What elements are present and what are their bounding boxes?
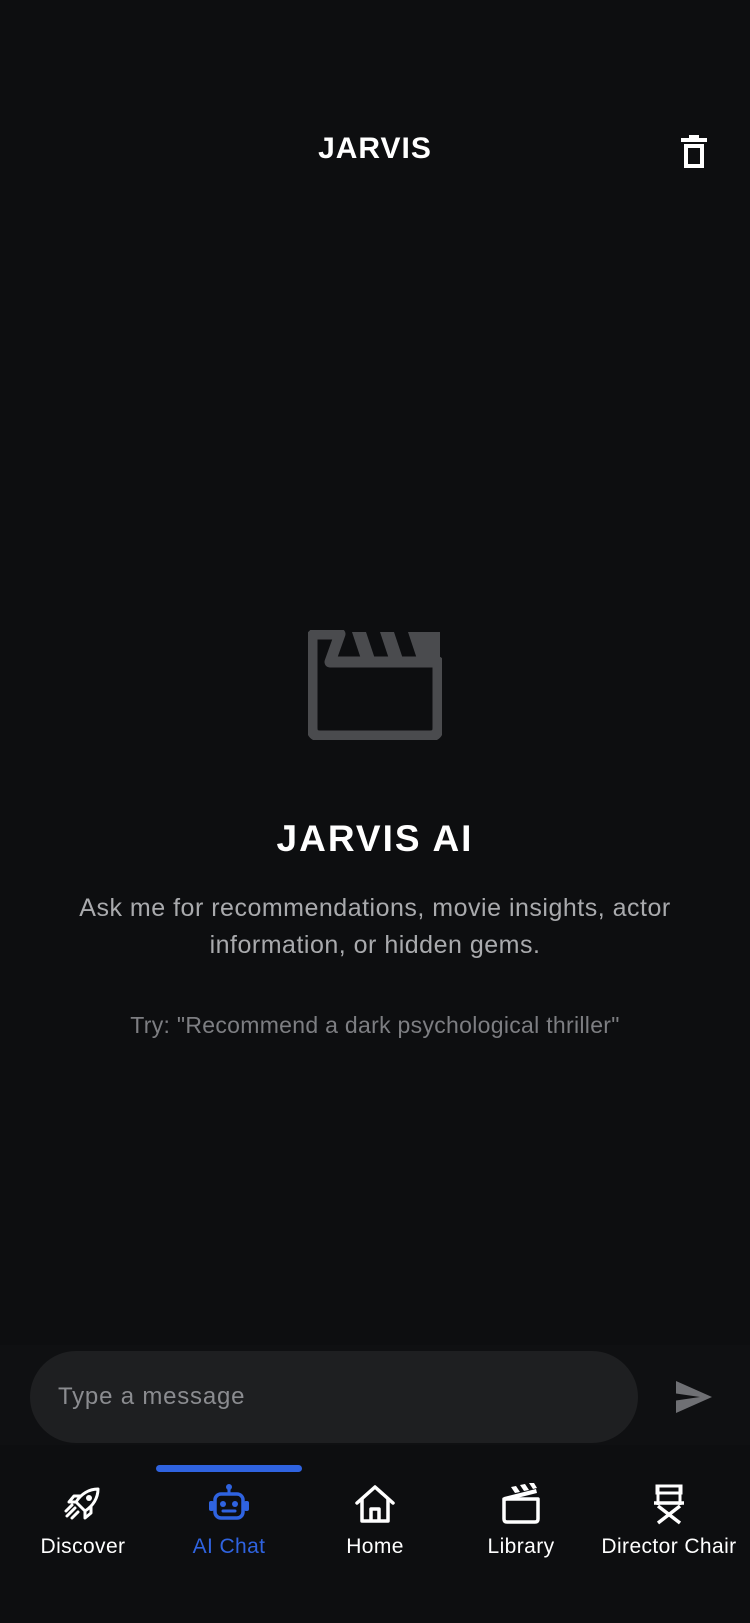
empty-state-description: Ask me for recommendations, movie insigh…	[79, 894, 671, 959]
clapperboard-icon	[502, 1483, 540, 1524]
tab-label-discover: Discover	[40, 1535, 126, 1558]
trash-icon	[681, 135, 707, 168]
app-header: JARVIS	[0, 110, 750, 194]
tab-home[interactable]: Home	[300, 1483, 450, 1583]
tab-label-director-chair: Director Chair	[601, 1535, 737, 1558]
robot-icon	[209, 1484, 249, 1520]
tab-label-home: Home	[346, 1535, 404, 1558]
page-title: JARVIS	[318, 132, 432, 165]
empty-chat-state: JARVIS AI Ask me for recommendations, mo…	[0, 630, 750, 1039]
clapperboard-icon	[308, 630, 442, 740]
bottom-tab-bar: Discover AI Chat Home Library Director C…	[0, 1445, 750, 1623]
home-icon	[355, 1485, 395, 1523]
tab-discover[interactable]: Discover	[8, 1483, 158, 1583]
message-composer	[0, 1345, 750, 1445]
empty-state-title: JARVIS AI	[276, 818, 474, 859]
tab-label-ai-chat: AI Chat	[192, 1535, 266, 1558]
active-tab-indicator	[156, 1465, 302, 1472]
clear-chat-button[interactable]	[674, 130, 714, 174]
send-icon	[676, 1381, 712, 1413]
tab-label-library: Library	[487, 1535, 555, 1558]
message-input[interactable]	[30, 1351, 638, 1443]
tab-ai-chat[interactable]: AI Chat	[154, 1483, 304, 1583]
send-button[interactable]	[672, 1375, 716, 1419]
tab-director-chair[interactable]: Director Chair	[594, 1483, 744, 1583]
director-chair-icon	[654, 1484, 684, 1525]
example-prompt-hint: Try: "Recommend a dark psychological thr…	[130, 1012, 620, 1038]
tab-library[interactable]: Library	[446, 1483, 596, 1583]
rocket-icon	[64, 1487, 100, 1520]
